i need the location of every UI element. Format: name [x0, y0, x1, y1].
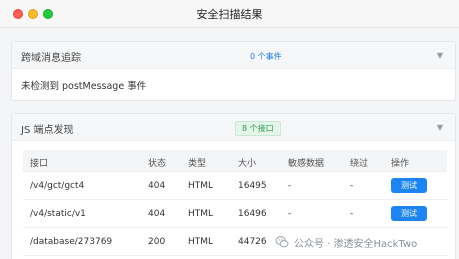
endpoint-bypass: - — [350, 181, 354, 191]
wechat-icon — [275, 236, 289, 248]
endpoint-panel-header[interactable]: JS 端点发现 8 个接口 ▼ — [12, 114, 455, 141]
endpoint-status: 404 — [148, 209, 166, 219]
endpoint-path: /v4/gct/gct4 — [30, 181, 85, 191]
triangle-down-icon[interactable]: ▼ — [437, 123, 443, 132]
app-window: 安全扫描结果 跨域消息追踪 0 个事件 ▼ 未检测到 postMessage 事… — [0, 0, 459, 259]
triangle-down-icon[interactable]: ▼ — [437, 51, 443, 60]
endpoint-panel-title: JS 端点发现 — [21, 125, 74, 136]
empty-message: 未检测到 postMessage 事件 — [21, 81, 147, 92]
event-count-badge: 0 个事件 — [250, 52, 282, 61]
title-bar: 安全扫描结果 — [0, 0, 459, 28]
endpoint-type: HTML — [188, 209, 214, 219]
endpoint-type: HTML — [188, 181, 214, 191]
endpoint-size: 44726 — [238, 237, 267, 247]
column-header-sensitive[interactable]: 敏感数据 — [288, 156, 324, 169]
window-title: 安全扫描结果 — [196, 8, 263, 21]
test-button[interactable]: 测试 — [391, 206, 427, 221]
table-row: /v4/static/v1 404 HTML 16496 - - 测试 — [23, 200, 447, 228]
cross-domain-panel-header[interactable]: 跨域消息追踪 0 个事件 ▼ — [12, 42, 455, 69]
watermark: 公众号 · 渗透安全HackTwo — [271, 233, 422, 251]
endpoint-size: 16496 — [238, 209, 267, 219]
endpoint-path: /database/273769 — [30, 237, 113, 247]
column-header-size[interactable]: 大小 — [238, 156, 256, 169]
cross-domain-panel: 跨域消息追踪 0 个事件 ▼ 未检测到 postMessage 事件 — [11, 41, 456, 101]
endpoint-count-badge: 8 个接口 — [235, 121, 281, 136]
endpoint-size: 16495 — [238, 181, 267, 191]
column-header-status[interactable]: 状态 — [148, 156, 166, 169]
endpoint-bypass: - — [350, 209, 354, 219]
endpoint-sensitive: - — [288, 209, 292, 219]
column-header-type[interactable]: 类型 — [188, 156, 206, 169]
table-row: /v4/gct/gct4 404 HTML 16495 - - 测试 — [23, 172, 447, 200]
cross-domain-panel-title: 跨域消息追踪 — [21, 53, 81, 64]
endpoint-status: 404 — [148, 181, 166, 191]
table-header: 接口 状态 类型 大小 敏感数据 绕过 操作 — [23, 150, 447, 172]
watermark-text: 公众号 · 渗透安全HackTwo — [294, 238, 418, 250]
column-header-action: 操作 — [391, 159, 410, 169]
endpoint-type: HTML — [188, 237, 214, 247]
endpoint-status: 200 — [148, 237, 166, 247]
test-button[interactable]: 测试 — [391, 178, 427, 193]
column-header-bypass[interactable]: 绕过 — [350, 156, 368, 169]
endpoint-sensitive: - — [288, 181, 292, 191]
endpoint-path: /v4/static/v1 — [30, 209, 86, 219]
column-header-path[interactable]: 接口 — [30, 156, 48, 169]
